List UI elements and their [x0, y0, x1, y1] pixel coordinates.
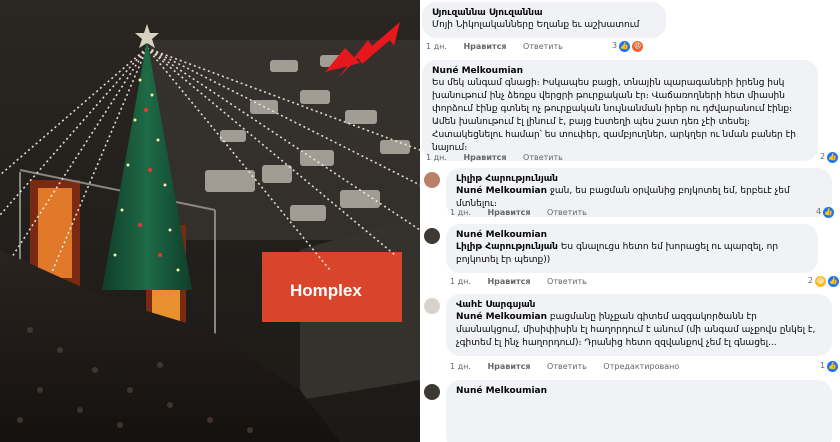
comment-text: Լիլիթ Հարությունյան Ես գնալուցս հետո եմ …	[456, 241, 808, 267]
comment-text: Մոյի Նիկոլականները Եղանք եւ աշխատում	[432, 20, 640, 30]
reply-button[interactable]: Ответить	[523, 153, 563, 162]
like-button[interactable]: Нравится	[463, 153, 506, 162]
comment-time[interactable]: 1 дн.	[426, 153, 447, 162]
comment-text: Nuné Melkoumian բացմանը ինչքան գիտեմ ազգ…	[456, 311, 822, 350]
comment-time[interactable]: 1 дн.	[450, 277, 471, 286]
reaction-count: 1	[820, 361, 826, 370]
reply-button[interactable]: Ответить	[523, 42, 563, 51]
comment-time[interactable]: 1 дн.	[426, 42, 447, 51]
photo-scene: Hompleх	[0, 0, 420, 442]
avatar[interactable]	[424, 172, 440, 188]
reply-button[interactable]: Ответить	[547, 362, 587, 371]
avatar[interactable]	[424, 298, 440, 314]
mention[interactable]: Nuné Melkoumian	[456, 186, 547, 196]
comment-bubble: Սյուզաննա Սյուզաննա Մոյի Նիկոլականները Ե…	[422, 2, 666, 38]
comment-author[interactable]: Սյուզաննա Սյուզաննա	[432, 7, 656, 19]
comment-author[interactable]: Nuné Melkoumian	[456, 385, 822, 397]
avatar[interactable]	[424, 384, 440, 400]
christmas-tree-photo: Hompleх	[0, 0, 420, 442]
comment-time[interactable]: 1 дн.	[450, 362, 471, 371]
comment-actions: 1 дн. Нравится Ответить	[450, 208, 601, 218]
comment-author[interactable]: Վաhէ Սարգսյան	[456, 299, 822, 311]
comment-bubble: Վաhէ Սարգսյան Nuné Melkoumian բացմանը ին…	[446, 294, 832, 356]
like-reaction-icon: 👍	[827, 151, 839, 163]
comment-actions: 1 дн. Нравится Ответить	[426, 42, 577, 52]
reaction-summary[interactable]: 2 😂 👍	[808, 275, 840, 287]
comments-panel: Սյուզաննա Սյուզաննա Մոյի Նիկոլականները Ե…	[420, 0, 840, 442]
like-reaction-icon: 👍	[619, 40, 631, 52]
reaction-count: 3	[612, 41, 618, 50]
reaction-summary[interactable]: 3 👍 😠	[612, 40, 644, 52]
avatar[interactable]	[424, 228, 440, 244]
reaction-summary[interactable]: 2 👍	[820, 151, 839, 163]
angry-reaction-icon: 😠	[632, 40, 644, 52]
comment-author[interactable]: Լիլիթ Հարությունյան	[456, 173, 822, 185]
comment-author[interactable]: Nuné Melkoumian	[456, 229, 808, 241]
comment-bubble: Nuné Melkoumian	[446, 380, 832, 442]
comment-text: Ես մեկ անգամ գնացի։ Իսկապես բացի, տնային…	[432, 78, 796, 153]
reaction-summary[interactable]: 4 👍	[816, 206, 835, 218]
reaction-summary[interactable]: 1 👍	[820, 360, 839, 372]
mention[interactable]: Nuné Melkoumian	[456, 312, 547, 322]
like-reaction-icon: 👍	[827, 360, 839, 372]
laugh-reaction-icon: 😂	[815, 275, 827, 287]
comment-actions: 1 дн. Нравится Ответить Отредактировано	[450, 362, 693, 372]
comment-time[interactable]: 1 дн.	[450, 208, 471, 217]
comment-bubble: Nuné Melkoumian Լիլիթ Հարությունյան Ես գ…	[446, 224, 818, 273]
edited-label: Отредактировано	[603, 362, 680, 371]
like-button[interactable]: Нравится	[487, 277, 530, 286]
comment-actions: 1 дн. Нравится Ответить	[426, 153, 577, 163]
reaction-count: 2	[820, 152, 826, 161]
reply-button[interactable]: Ответить	[547, 208, 587, 217]
like-reaction-icon: 👍	[828, 275, 840, 287]
comment-author[interactable]: Nuné Melkoumian	[432, 65, 808, 77]
comment-actions: 1 дн. Нравится Ответить	[450, 277, 601, 287]
comment-bubble: Nuné Melkoumian Ես մեկ անգամ գնացի։ Իսկա…	[422, 60, 818, 161]
store-sign: Hompleх	[290, 281, 362, 300]
like-button[interactable]: Нравится	[487, 208, 530, 217]
like-button[interactable]: Нравится	[463, 42, 506, 51]
like-button[interactable]: Нравится	[487, 362, 530, 371]
reaction-count: 4	[816, 207, 822, 216]
reply-button[interactable]: Ответить	[547, 277, 587, 286]
like-reaction-icon: 👍	[823, 206, 835, 218]
reaction-count: 2	[808, 276, 814, 285]
mention[interactable]: Լիլիթ Հարությունյան	[456, 242, 558, 252]
